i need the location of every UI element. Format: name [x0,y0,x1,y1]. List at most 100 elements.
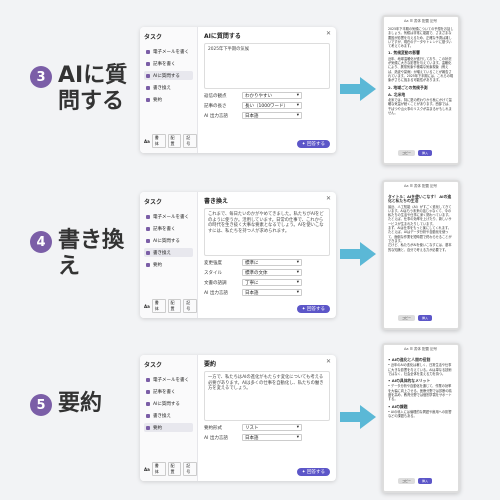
sidebar-item[interactable]: 要約 [144,95,193,104]
footer-button[interactable]: 配置 [167,134,182,148]
result-document: Aa ☰ 書体 配置 記号 • AIの進化と人間の役割 • 近年のAIの進化は著し… [382,343,460,493]
sidebar-item[interactable]: AIに質問する [144,236,193,245]
option-select[interactable]: 標準に ▾ [242,259,302,266]
sidebar-item[interactable]: 記事を書く [144,224,193,233]
sidebar-item[interactable]: 書き換え [144,411,193,420]
footer-button[interactable]: 書体 [151,462,166,476]
footer-button[interactable]: 記号 [183,134,197,148]
chevron-down-icon: ▾ [296,280,299,285]
sidebar: タスク 電子メールを書く 記事を書く AIに質問する 書き換え 要約 Aa 書体 配置 記号 [140,355,198,481]
chevron-down-icon: ▾ [296,270,299,275]
chevron-down-icon: ▾ [296,435,299,440]
arrow-right-icon [340,405,376,429]
doc-paragraph: まず、AIは仕事をもっと楽にしてくれます。たとえば、AIはデータ分析や自動化を使… [388,226,452,243]
sidebar-item-label: 電子メールを書く [153,377,189,383]
task-icon [146,85,150,90]
option-select[interactable]: 長い（1000ワード） ▾ [242,102,302,109]
option-field: AI 出力言語 日本語 ▾ [204,289,330,296]
footer-button[interactable]: 記号 [183,299,197,313]
footer-button[interactable]: 書体 [151,299,166,313]
document-toolbar: Aa ☰ 書体 配置 記号 [404,19,438,23]
close-icon[interactable]: ✕ [326,358,331,365]
input-textarea[interactable]: これまで、毎日たいのかがやめてきました。私たちがAIをどのように使うか。活用して… [204,208,330,256]
footer-button[interactable]: 配置 [167,299,182,313]
option-label: AI 出力言語 [204,290,228,296]
task-icon [146,238,150,243]
chevron-down-icon: ▾ [296,290,299,295]
document-toolbar: Aa ☰ 書体 配置 記号 [404,347,438,351]
sidebar-item[interactable]: 書き換え [144,83,193,92]
copy-button[interactable]: コピー [398,149,416,156]
input-textarea[interactable]: 一方で、私たちはAIの進化がもたらす変化についても考える必要があります。AIは多… [204,371,330,421]
close-icon[interactable]: ✕ [326,30,331,37]
result-document: Aa ☰ 書体 配置 記号 タイトル：AIを使いこなす！ AIの進化と私たちの生… [382,180,460,330]
option-label: 記事の長さ [204,103,227,109]
task-icon [146,226,150,231]
option-select[interactable]: わかりやすい ▾ [242,92,302,99]
sidebar-item[interactable]: AIに質問する [144,71,193,80]
task-icon [146,214,150,219]
option-select[interactable]: 日本語 ▾ [242,434,302,441]
footer-button[interactable]: 配置 [167,462,182,476]
footer-button[interactable]: 記号 [183,462,197,476]
option-field: 記事の長さ 長い（1000ワード） ▾ [204,102,330,109]
sidebar-item-label: 記事を書く [153,389,176,395]
sidebar-item-label: 要約 [153,262,162,268]
option-field: スタイル 標準の文体 ▾ [204,269,330,276]
task-icon [146,413,150,418]
step-row-3: 3 AIに質問する タスク 電子メールを書く 記事を書く AIに質問する 書き換え 要約… [0,15,500,165]
task-panel: 要約 ✕ 一方で、私たちはAIの進化がもたらす変化についても考える必要があります… [198,355,336,481]
sidebar-item[interactable]: 要約 [144,423,193,432]
insert-button[interactable]: 挿入 [418,314,433,321]
doc-paragraph: 北米では、特に夏の終わりから秋にかけて温暖な気温が続くことがあります。西部では、… [388,98,452,116]
input-textarea[interactable]: 2025年下半期の気候 [204,43,330,89]
footer-button[interactable]: 書体 [151,134,166,148]
sidebar-item-label: 記事を書く [153,61,176,67]
option-label: AI 出力言語 [204,113,228,119]
sidebar-item[interactable]: 電子メールを書く [144,212,193,221]
step-title: 書き換え [58,228,125,279]
sidebar-item-label: 電子メールを書く [153,214,189,220]
sidebar-item[interactable]: AIに質問する [144,399,193,408]
sidebar-item[interactable]: 要約 [144,260,193,269]
sidebar-item[interactable]: 記事を書く [144,59,193,68]
sidebar-item[interactable]: 書き換え [144,248,193,257]
result-buttons: コピー 挿入 [398,149,433,156]
step-title: AIに質問する [58,63,128,114]
answer-button[interactable]: ✦ 回答する [296,305,330,313]
option-label: 変更強度 [204,260,222,266]
sidebar-item[interactable]: 記事を書く [144,387,193,396]
task-panel: AIに質問する ✕ 2025年下半期の気候 返信の観点 わかりやすい ▾ 記事の長さ 長… [198,27,336,153]
task-icon [146,425,150,430]
sidebar-item-label: AIに質問する [153,73,180,79]
doc-heading: • AIの具体的なメリット [388,378,431,384]
document-toolbar: Aa ☰ 書体 配置 記号 [404,184,438,188]
doc-heading: A. 北米地 [388,91,406,97]
insert-button[interactable]: 挿入 [418,149,433,156]
option-select[interactable]: 日本語 ▾ [242,289,302,296]
option-select[interactable]: 標準の文体 ▾ [242,269,302,276]
copy-button[interactable]: コピー [398,477,416,484]
sidebar-item[interactable]: 電子メールを書く [144,375,193,384]
doc-heading: 1. 気候変動の影響 [388,50,420,56]
task-icon [146,377,150,382]
sidebar-title: タスク [144,199,163,206]
task-icon [146,401,150,406]
option-field: 文書の語調 丁寧に ▾ [204,279,330,286]
copy-button[interactable]: コピー [398,314,416,321]
font-size-icon[interactable]: Aa [144,304,150,309]
option-select[interactable]: 日本語 ▾ [242,112,302,119]
option-field: 返信の観点 わかりやすい ▾ [204,92,330,99]
close-icon[interactable]: ✕ [326,195,331,202]
sidebar-item-label: AIに質問する [153,401,180,407]
sidebar-item[interactable]: 電子メールを書く [144,47,193,56]
font-size-icon[interactable]: Aa [144,467,150,472]
font-size-icon[interactable]: Aa [144,139,150,144]
sidebar-item-label: AIに質問する [153,238,180,244]
answer-button[interactable]: ✦ 回答する [296,140,330,148]
answer-button[interactable]: ✦ 回答する [296,468,330,476]
insert-button[interactable]: 挿入 [418,477,433,484]
step-number-badge: 4 [30,231,52,253]
option-select[interactable]: 丁寧に ▾ [242,279,302,286]
option-select[interactable]: リスト ▾ [242,424,302,431]
